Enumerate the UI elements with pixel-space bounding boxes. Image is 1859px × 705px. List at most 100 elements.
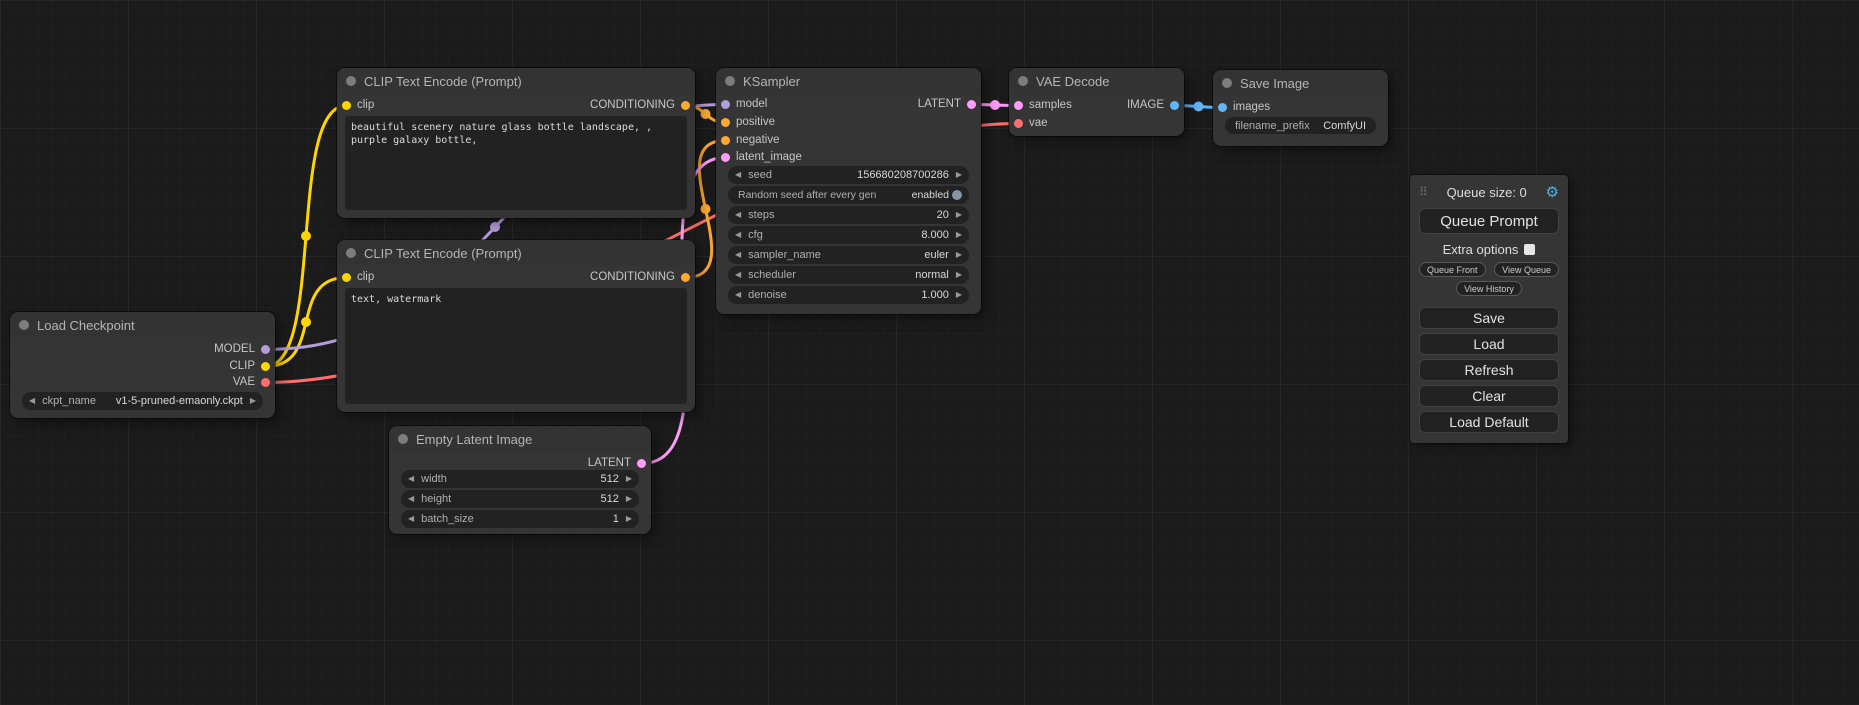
collapse-dot-icon[interactable] [1222, 78, 1232, 88]
decrement-arrow-icon[interactable]: ◀ [735, 251, 741, 259]
input-slot-positive: positive [716, 114, 981, 131]
settings-gear-icon[interactable]: ⚙ [1546, 183, 1559, 201]
clear-button[interactable]: Clear [1419, 385, 1559, 407]
refresh-button[interactable]: Refresh [1419, 359, 1559, 381]
height-widget[interactable]: ◀ height 512 ▶ [401, 490, 639, 508]
collapse-dot-icon[interactable] [19, 320, 29, 330]
node-clip-text-encode-positive[interactable]: CLIP Text Encode (Prompt) clip CONDITION… [337, 68, 695, 218]
increment-arrow-icon[interactable]: ▶ [626, 495, 632, 503]
model-output-port[interactable] [261, 345, 270, 354]
decrement-arrow-icon[interactable]: ◀ [408, 515, 414, 523]
positive-input-port[interactable] [721, 118, 730, 127]
widget-label: batch_size [421, 513, 474, 525]
queue-prompt-button[interactable]: Queue Prompt [1419, 208, 1559, 234]
decrement-arrow-icon[interactable]: ◀ [408, 475, 414, 483]
width-widget[interactable]: ◀ width 512 ▶ [401, 470, 639, 488]
node-titlebar[interactable]: VAE Decode [1009, 68, 1184, 94]
conditioning-output-port[interactable] [681, 101, 690, 110]
save-button[interactable]: Save [1419, 307, 1559, 329]
decrement-arrow-icon[interactable]: ◀ [408, 495, 414, 503]
node-load-checkpoint[interactable]: Load Checkpoint MODEL CLIP VAE ◀ ckpt_na… [10, 312, 275, 418]
slot-label: vae [1029, 115, 1048, 132]
collapse-dot-icon[interactable] [725, 76, 735, 86]
increment-arrow-icon[interactable]: ▶ [956, 171, 962, 179]
image-output-port[interactable] [1170, 101, 1179, 110]
decrement-arrow-icon[interactable]: ◀ [735, 231, 741, 239]
latent-output-port[interactable] [637, 459, 646, 468]
decrement-arrow-icon[interactable]: ◀ [735, 271, 741, 279]
seed-widget[interactable]: ◀ seed 156680208700286 ▶ [728, 166, 969, 184]
scheduler-widget[interactable]: ◀ scheduler normal ▶ [728, 266, 969, 284]
node-clip-text-encode-negative[interactable]: CLIP Text Encode (Prompt) clip CONDITION… [337, 240, 695, 412]
view-history-button[interactable]: View History [1456, 281, 1522, 296]
decrement-arrow-icon[interactable]: ◀ [735, 211, 741, 219]
increment-arrow-icon[interactable]: ▶ [626, 515, 632, 523]
wire-midpoint-dot [490, 222, 500, 232]
decrement-arrow-icon[interactable]: ◀ [735, 291, 741, 299]
increment-arrow-icon[interactable]: ▶ [956, 211, 962, 219]
node-vae-decode[interactable]: VAE Decode samples IMAGE vae [1009, 68, 1184, 136]
cfg-widget[interactable]: ◀ cfg 8.000 ▶ [728, 226, 969, 244]
node-titlebar[interactable]: Empty Latent Image [389, 426, 651, 452]
increment-arrow-icon[interactable]: ▶ [956, 251, 962, 259]
vae-input-port[interactable] [1014, 119, 1023, 128]
toggle-indicator-icon[interactable] [952, 190, 962, 200]
slot-label: CONDITIONING [590, 97, 675, 114]
load-default-button[interactable]: Load Default [1419, 411, 1559, 433]
wire-midpoint-dot [701, 204, 711, 214]
steps-widget[interactable]: ◀ steps 20 ▶ [728, 206, 969, 224]
vae-output-port[interactable] [261, 378, 270, 387]
decrement-arrow-icon[interactable]: ◀ [29, 397, 35, 405]
queue-menu-panel: ⠿ Queue size: 0 ⚙ Queue Prompt Extra opt… [1410, 175, 1568, 443]
queue-size-label: Queue size: 0 [1428, 185, 1546, 200]
view-queue-button[interactable]: View Queue [1494, 262, 1559, 277]
node-titlebar[interactable]: CLIP Text Encode (Prompt) [337, 68, 695, 94]
sampler-name-widget[interactable]: ◀ sampler_name euler ▶ [728, 246, 969, 264]
images-input-port[interactable] [1218, 103, 1227, 112]
slot-label: images [1233, 99, 1270, 116]
increment-arrow-icon[interactable]: ▶ [956, 291, 962, 299]
node-titlebar[interactable]: Save Image [1213, 70, 1388, 96]
random-seed-toggle-widget[interactable]: Random seed after every gen enabled [728, 186, 969, 204]
extra-options-checkbox[interactable] [1524, 244, 1535, 255]
collapse-dot-icon[interactable] [1018, 76, 1028, 86]
node-title: CLIP Text Encode (Prompt) [364, 246, 522, 261]
clip-output-port[interactable] [261, 362, 270, 371]
increment-arrow-icon[interactable]: ▶ [626, 475, 632, 483]
decrement-arrow-icon[interactable]: ◀ [735, 171, 741, 179]
node-save-image[interactable]: Save Image images filename_prefix ComfyU… [1213, 70, 1388, 146]
conditioning-output-port[interactable] [681, 273, 690, 282]
ckpt-name-widget[interactable]: ◀ ckpt_name v1-5-pruned-emaonly.ckpt ▶ [22, 392, 263, 410]
positive-prompt-textarea[interactable]: beautiful scenery nature glass bottle la… [345, 116, 687, 210]
widget-value: 512 [600, 493, 618, 505]
node-ksampler[interactable]: KSampler model LATENT positive negative … [716, 68, 981, 314]
collapse-dot-icon[interactable] [398, 434, 408, 444]
denoise-widget[interactable]: ◀ denoise 1.000 ▶ [728, 286, 969, 304]
increment-arrow-icon[interactable]: ▶ [250, 397, 256, 405]
queue-actions-row: Queue Front View Queue [1419, 262, 1559, 277]
drag-handle-icon[interactable]: ⠿ [1419, 185, 1428, 199]
node-empty-latent-image[interactable]: Empty Latent Image LATENT ◀ width 512 ▶ … [389, 426, 651, 534]
node-titlebar[interactable]: Load Checkpoint [10, 312, 275, 338]
batch-size-widget[interactable]: ◀ batch_size 1 ▶ [401, 510, 639, 528]
node-title: KSampler [743, 74, 800, 89]
increment-arrow-icon[interactable]: ▶ [956, 271, 962, 279]
wire-midpoint-dot [1194, 102, 1204, 112]
input-slot-negative: negative [716, 132, 981, 149]
collapse-dot-icon[interactable] [346, 76, 356, 86]
latent-output-port[interactable] [967, 100, 976, 109]
filename-prefix-widget[interactable]: filename_prefix ComfyUI [1225, 117, 1376, 134]
node-title: Empty Latent Image [416, 432, 532, 447]
node-titlebar[interactable]: KSampler [716, 68, 981, 94]
increment-arrow-icon[interactable]: ▶ [956, 231, 962, 239]
latent-image-input-port[interactable] [721, 153, 730, 162]
load-button[interactable]: Load [1419, 333, 1559, 355]
slot-label: CLIP [229, 358, 255, 375]
node-titlebar[interactable]: CLIP Text Encode (Prompt) [337, 240, 695, 266]
output-slot-latent: LATENT [716, 96, 981, 113]
output-slot-vae: VAE [10, 374, 275, 391]
negative-input-port[interactable] [721, 136, 730, 145]
negative-prompt-textarea[interactable]: text, watermark [345, 288, 687, 404]
collapse-dot-icon[interactable] [346, 248, 356, 258]
queue-front-button[interactable]: Queue Front [1419, 262, 1486, 277]
